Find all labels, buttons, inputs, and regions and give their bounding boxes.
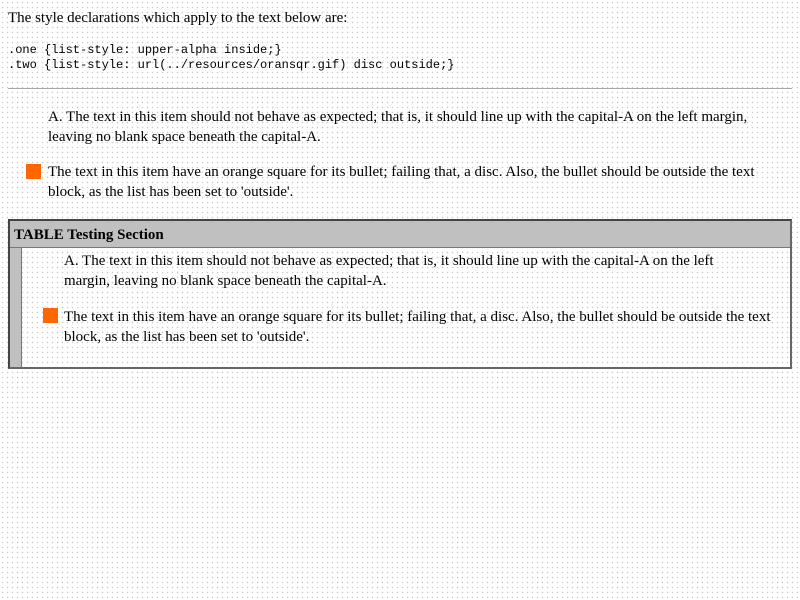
table-header-cell: TABLE Testing Section xyxy=(10,221,790,248)
css-rule-one: .one {list-style: upper-alpha inside;} xyxy=(8,43,282,57)
css-rule-two: .two {list-style: url(../resources/orans… xyxy=(8,58,455,72)
orange-square-bullet-icon xyxy=(26,164,41,179)
horizontal-rule xyxy=(8,88,792,90)
table-left-cell xyxy=(10,248,22,367)
intro-text: The style declarations which apply to th… xyxy=(8,10,348,26)
table-header-text: TABLE Testing Section xyxy=(14,227,164,243)
table-list-item-upper-alpha: A. The text in this item should not beha… xyxy=(64,253,714,289)
table-list-item-orange-bullet: The text in this item have an orange squ… xyxy=(64,309,771,345)
list-item-upper-alpha: A. The text in this item should not beha… xyxy=(48,109,748,145)
css-rules: .one {list-style: upper-alpha inside;} .t… xyxy=(8,43,454,73)
orange-square-bullet-icon xyxy=(43,308,58,323)
list-item-orange-bullet: The text in this item have an orange squ… xyxy=(48,164,755,200)
